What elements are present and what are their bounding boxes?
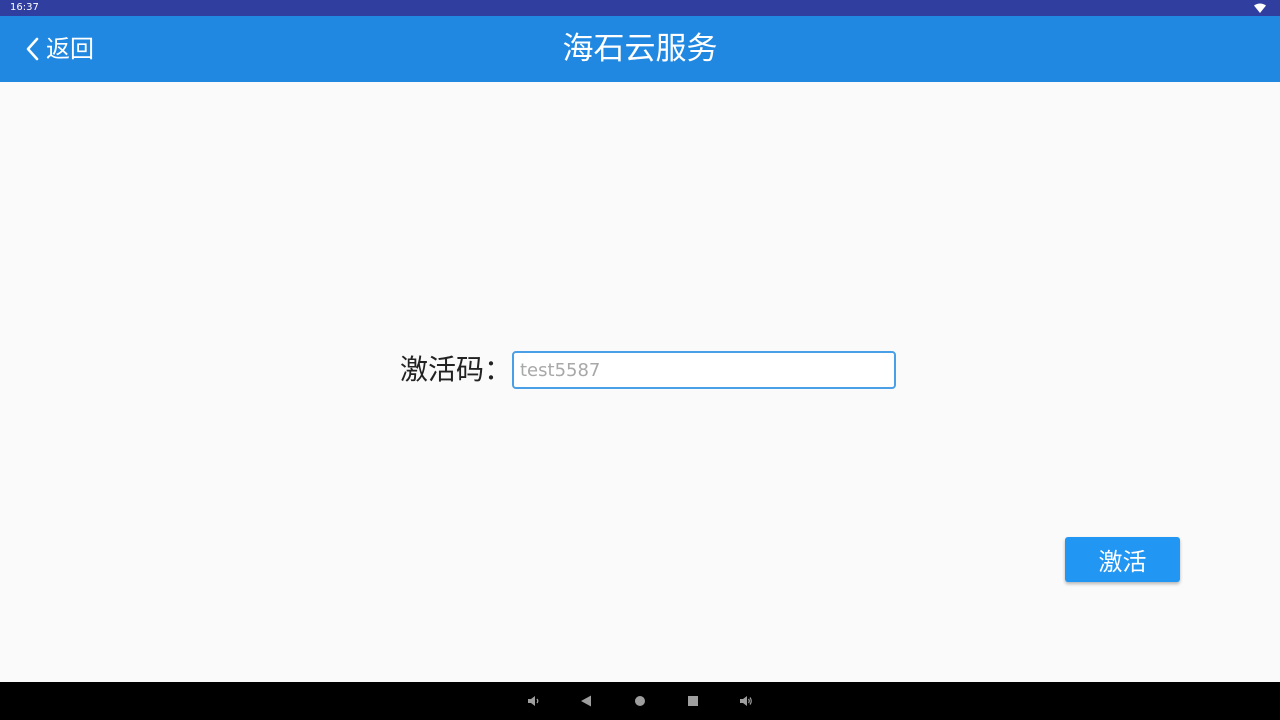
back-label: 返回	[46, 35, 94, 63]
activation-code-label: 激活码：	[400, 353, 513, 386]
back-button[interactable]: 返回	[22, 31, 94, 67]
activation-code-input[interactable]	[512, 351, 896, 389]
app-bar: 返回 海石云服务	[0, 16, 1280, 82]
back-triangle-icon[interactable]	[579, 694, 593, 708]
chevron-left-icon	[26, 37, 39, 61]
page-title: 海石云服务	[562, 31, 718, 67]
home-circle-icon[interactable]	[633, 694, 647, 708]
status-time: 16:37	[10, 2, 39, 13]
wifi-icon	[1254, 3, 1266, 13]
activate-button[interactable]: 激活	[1065, 537, 1180, 582]
navigation-bar	[0, 682, 1280, 720]
main-content: 激活码： 激活	[0, 82, 1280, 682]
status-bar: 16:37	[0, 0, 1280, 16]
volume-up-icon[interactable]	[739, 694, 753, 708]
recents-square-icon[interactable]	[686, 694, 700, 708]
volume-down-icon[interactable]	[526, 694, 540, 708]
